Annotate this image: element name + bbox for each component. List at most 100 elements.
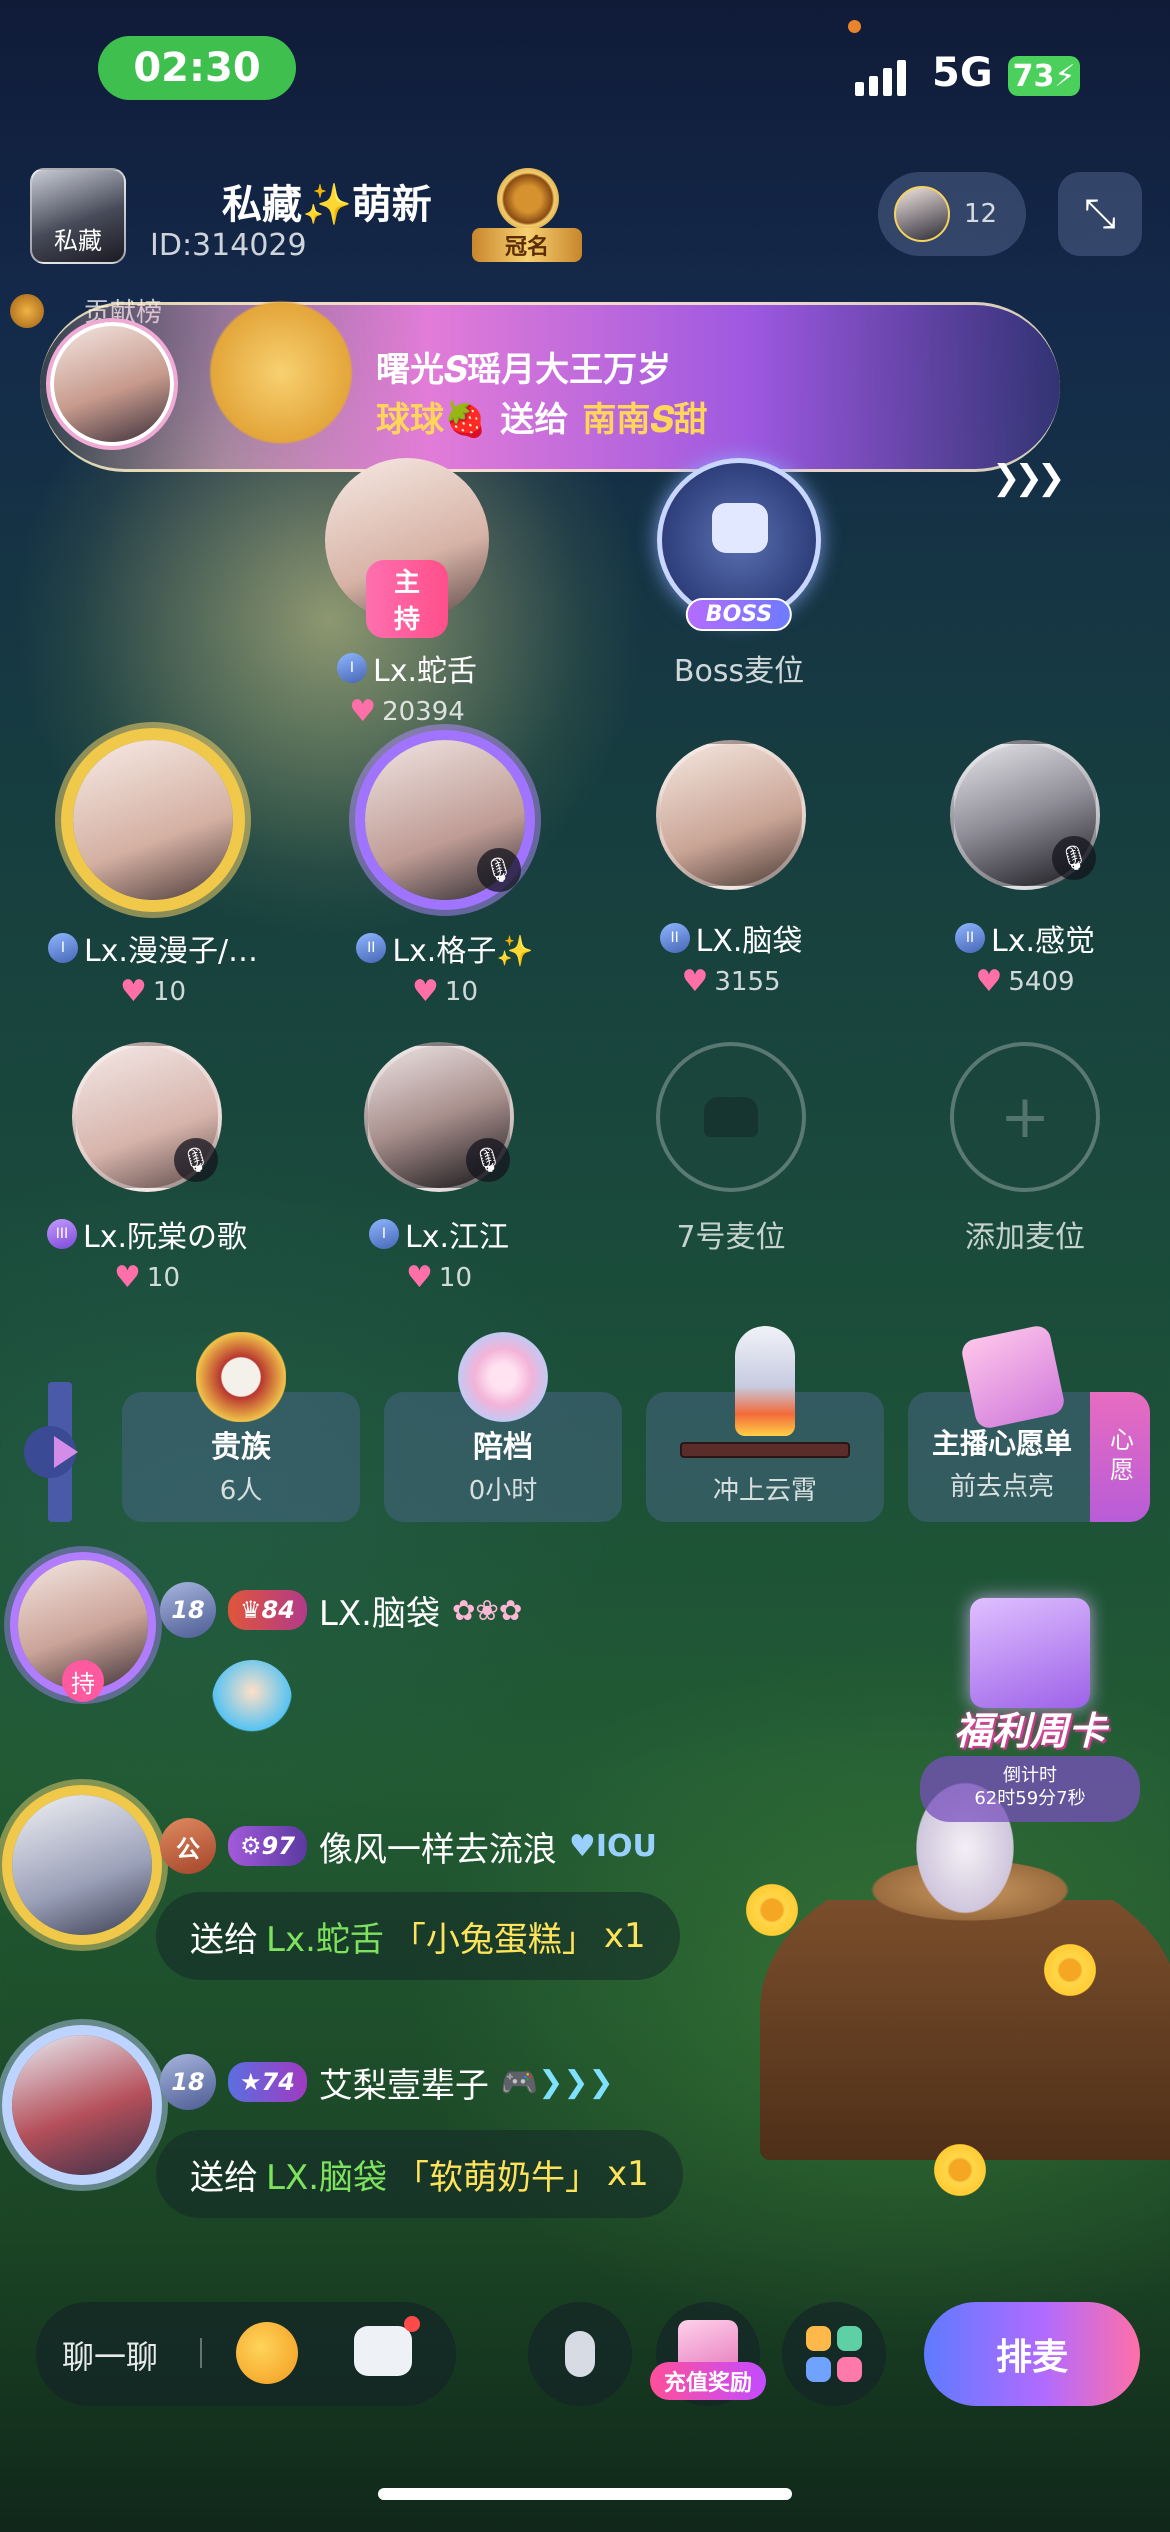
room-avatar-text: 私藏 (54, 227, 102, 255)
bouquet-icon (458, 1332, 548, 1422)
chat-avatar-1[interactable]: 持 (18, 1560, 148, 1702)
seat-1[interactable]: I Lx.漫漫子/… ♥ 10 (38, 740, 268, 1009)
more-apps-button[interactable] (782, 2302, 886, 2406)
expand-side-tab[interactable] (24, 1382, 96, 1522)
banner-sender-avatar (50, 322, 174, 446)
seat-1-hearts: 10 (152, 976, 186, 1007)
status-time: 02:30 (98, 36, 296, 100)
recharge-reward-label: 充值奖励 (650, 2362, 766, 2400)
wishlist-tab[interactable]: 心愿 (1090, 1392, 1150, 1522)
gift-target: Lx.蛇舌 (266, 1919, 384, 1960)
banner-receiver: 南南𝑺甜 (582, 400, 708, 440)
host-avatar: 主持 (325, 458, 489, 638)
wishlist-card[interactable]: 主播心愿单 前去点亮 心愿 (908, 1323, 1150, 1522)
rank-value: 74 (261, 2068, 295, 2096)
rocket-label: 冲上云霄 (712, 1476, 817, 1506)
seat-5[interactable]: 🎙 III Lx.阮棠の歌 ♥ 10 (32, 1042, 262, 1295)
crown-medal-icon (497, 168, 559, 230)
rank-badge: ⚙ 97 (228, 1826, 307, 1866)
recharge-reward-button[interactable]: 充值奖励 (650, 2302, 766, 2406)
companion-title: 陪档 (473, 1430, 533, 1465)
public-badge: 公 (160, 1818, 216, 1874)
battery-level: 73 (1012, 58, 1055, 94)
seat-1-name-row: I Lx.漫漫子/… (38, 926, 268, 970)
queue-button[interactable]: 排麦 (924, 2302, 1140, 2406)
crown-badge[interactable]: 冠名 (452, 160, 602, 270)
throne-icon (712, 503, 768, 553)
seat-6[interactable]: 🎙 I Lx.江江 ♥ 10 (324, 1042, 554, 1295)
i-love-you-decoration-icon: ♥IOU (568, 1828, 657, 1864)
chat-username-1[interactable]: LX.脑袋 (319, 1586, 440, 1635)
level-icon: II (954, 923, 985, 953)
seat-4-hearts: 5409 (1008, 966, 1075, 997)
chat-username-2[interactable]: 像风一样去流浪 (319, 1822, 557, 1871)
online-users-button[interactable]: 12 (878, 172, 1026, 256)
room-avatar[interactable]: 私藏 (30, 168, 126, 264)
seat-3-avatar (656, 740, 806, 890)
companion-card[interactable]: 陪档 0小时 (384, 1332, 622, 1522)
heart-icon: ♥ (349, 694, 377, 729)
chat-username-3[interactable]: 艾梨壹辈子 (319, 2058, 489, 2107)
boss-seat[interactable]: BOSS Boss麦位 (624, 458, 854, 690)
chat-header-3: 18 ★ 74 艾梨壹辈子 🎮❯❯❯ (160, 2054, 614, 2110)
seat-5-hearts-row: ♥ 10 (32, 1260, 262, 1295)
seat-6-hearts-row: ♥ 10 (324, 1260, 554, 1295)
boss-seat-label: Boss麦位 (673, 654, 805, 689)
level-icon: I (368, 1219, 399, 1249)
chat-avatar-3[interactable] (12, 2035, 152, 2175)
gift-box-icon (970, 1598, 1090, 1708)
message-icon[interactable] (354, 2316, 420, 2376)
seat-4-avatar: 🎙 (950, 740, 1100, 890)
emoji-icon[interactable] (236, 2322, 298, 2384)
sticker-emoji-icon (212, 1660, 292, 1750)
seat-7-empty[interactable]: 7号麦位 (616, 1042, 846, 1256)
noble-card[interactable]: 贵族 6人 (122, 1332, 360, 1522)
heart-icon: ♥ (975, 964, 1003, 999)
rank-badge: ★ 74 (228, 2062, 307, 2102)
room-name[interactable]: 私藏✨萌新 (222, 172, 432, 230)
host-mini-tag: 持 (62, 1660, 104, 1702)
add-seat[interactable]: + 添加麦位 (910, 1042, 1140, 1256)
weekly-card-promo[interactable]: 福利周卡 倒计时 62时59分7秒 (920, 1598, 1140, 1828)
room-id: ID:314029 (150, 228, 307, 263)
minimize-button[interactable]: ⤡ (1058, 172, 1142, 256)
seat-5-hearts: 10 (146, 1262, 180, 1293)
seat-6-name: Lx.江江 (404, 1220, 509, 1255)
seat-2-hearts: 10 (444, 976, 478, 1007)
banner-sender: 球球🍓 (376, 400, 487, 440)
flower-decoration (1040, 1940, 1100, 2000)
rank-badge: ♛ 84 (228, 1590, 307, 1630)
chat-input[interactable]: 聊一聊 (36, 2302, 456, 2406)
seat-4[interactable]: 🎙 II Lx.感觉 ♥ 5409 (910, 740, 1140, 999)
medal-icon (10, 293, 44, 328)
chat-avatar-2[interactable] (12, 1795, 152, 1935)
chat-placeholder: 聊一聊 (62, 2338, 159, 2376)
add-seat-label: 添加麦位 (965, 1220, 1085, 1255)
wishlist-sub: 前去点亮 (949, 1472, 1054, 1502)
flower-decoration-icon: ✿❀✿ (451, 1593, 523, 1627)
home-indicator[interactable] (378, 2488, 792, 2500)
seat-2[interactable]: 🎙 II Lx.格子✨ ♥ 10 (330, 740, 560, 1009)
seat-1-hearts-row: ♥ 10 (38, 974, 268, 1009)
heart-icon: ♥ (412, 974, 439, 1009)
mic-button[interactable] (528, 2302, 632, 2406)
seat-4-hearts-row: ♥ 5409 (910, 964, 1140, 999)
plus-icon: + (999, 1082, 1051, 1152)
heart-icon: ♥ (406, 1260, 433, 1295)
arrow-right-icon (54, 1436, 78, 1468)
rank-value: 97 (261, 1832, 295, 1860)
seat-5-avatar: 🎙 (72, 1042, 222, 1192)
level-icon: I (47, 933, 78, 963)
promo-countdown-label: 倒计时 (1003, 1765, 1057, 1786)
seat-4-name: Lx.感觉 (990, 924, 1095, 959)
host-name: Lx.蛇舌 (372, 654, 477, 689)
flower-decoration (742, 1880, 802, 1940)
seat-2-name-row: II Lx.格子✨ (330, 926, 560, 970)
rocket-card[interactable]: 冲上云霄 (646, 1326, 884, 1522)
game-controller-decoration-icon: 🎮❯❯❯ (500, 2064, 614, 2100)
host-seat[interactable]: 主持 I Lx.蛇舌 ♥ 20394 (292, 458, 522, 729)
seat-3[interactable]: II LX.脑袋 ♥ 3155 (616, 740, 846, 999)
divider (200, 2338, 202, 2368)
host-name-row: I Lx.蛇舌 (292, 646, 522, 690)
level-badge: 18 (160, 1582, 216, 1638)
